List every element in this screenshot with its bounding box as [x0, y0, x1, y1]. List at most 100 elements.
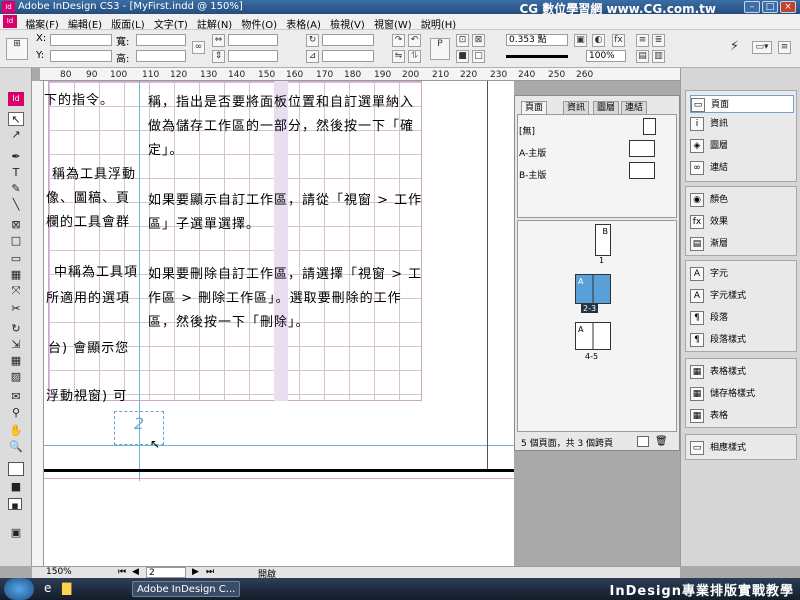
tab-info[interactable]: 資訊: [563, 101, 590, 115]
dock-item-character[interactable]: A 字元: [690, 265, 728, 283]
dock-item-gradient[interactable]: ▤ 漸層: [690, 235, 728, 253]
tab-links[interactable]: 連結: [621, 101, 648, 115]
note-tool-icon[interactable]: ✉: [8, 390, 24, 404]
tab-layers[interactable]: 圖層: [593, 101, 620, 115]
dock-item-color[interactable]: ◉ 顏色: [690, 191, 728, 209]
text-wrap-icon[interactable]: ≡: [636, 34, 649, 47]
rotate-tool-icon[interactable]: ↻: [8, 322, 24, 336]
dock-item-cell-styles[interactable]: ▦ 儲存格樣式: [690, 385, 755, 403]
rotate-cw-icon[interactable]: ↷: [392, 34, 405, 47]
scissors-tool-icon[interactable]: ✂: [8, 302, 24, 316]
menu-table[interactable]: 表格(A): [283, 14, 324, 31]
width-field[interactable]: [136, 34, 186, 46]
taskbar-app-indesign[interactable]: Adobe InDesign C...: [132, 581, 240, 597]
scale-y-field[interactable]: [228, 50, 278, 62]
x-field[interactable]: [50, 34, 112, 46]
line-tool-icon[interactable]: ╲: [8, 198, 24, 212]
selection-tool-icon[interactable]: ↖: [8, 112, 24, 126]
fill-swatch-icon[interactable]: [8, 462, 24, 476]
rectangle-frame-tool-icon[interactable]: ⊠: [8, 218, 24, 232]
dock-item-character-styles[interactable]: A 字元樣式: [690, 287, 746, 305]
pen-tool-icon[interactable]: ✒: [8, 150, 24, 164]
prev-page-icon[interactable]: ◀: [132, 567, 139, 577]
trash-icon[interactable]: 🗑: [655, 436, 668, 447]
dock-item-table-styles[interactable]: ▦ 表格樣式: [690, 363, 746, 381]
free-transform-tool-icon[interactable]: ⤧: [8, 284, 24, 298]
maximize-button[interactable]: □: [762, 1, 778, 13]
master-a[interactable]: A-主版: [519, 146, 546, 159]
stroke-icon[interactable]: □: [472, 50, 485, 63]
folder-icon[interactable]: ▇: [62, 581, 71, 595]
dock-item-object-styles[interactable]: ▭ 相應樣式: [690, 439, 746, 457]
pencil-tool-icon[interactable]: ✎: [8, 182, 24, 196]
paragraph-icon[interactable]: P: [430, 38, 450, 60]
height-field[interactable]: [136, 50, 186, 62]
opacity-icon[interactable]: ◐: [592, 34, 605, 47]
spread-thumb[interactable]: A: [575, 274, 611, 304]
text-wrap-4-icon[interactable]: ▥: [652, 50, 665, 63]
first-page-icon[interactable]: ⏮: [118, 567, 126, 577]
dock-item-info[interactable]: i 資訊: [690, 115, 728, 133]
select-container-icon[interactable]: ⊡: [456, 34, 469, 47]
stroke-type-preview[interactable]: [506, 55, 568, 58]
constrain-proportions-icon[interactable]: ∞: [192, 41, 205, 54]
menu-type[interactable]: 文字(T): [151, 14, 191, 31]
master-b[interactable]: B-主版: [519, 168, 546, 181]
menu-edit[interactable]: 編輯(E): [65, 14, 105, 31]
reference-point-icon[interactable]: ⊞: [6, 38, 28, 60]
menu-window[interactable]: 視窗(W): [371, 14, 415, 31]
page-field[interactable]: 2: [146, 567, 186, 578]
menu-notes[interactable]: 註解(N): [194, 14, 235, 31]
spread-thumb[interactable]: B: [595, 224, 611, 256]
fill-icon[interactable]: ■: [456, 50, 469, 63]
start-button[interactable]: [4, 578, 34, 600]
direct-selection-tool-icon[interactable]: ↗: [8, 128, 24, 142]
flip-v-icon[interactable]: ⥮: [408, 50, 421, 63]
button-tool-icon[interactable]: ▭: [8, 252, 24, 266]
gradient-tool-icon[interactable]: ▦: [8, 354, 24, 368]
menu-view[interactable]: 檢視(V): [327, 14, 368, 31]
opacity-field[interactable]: 100%: [586, 50, 626, 62]
rotate-ccw-icon[interactable]: ↶: [408, 34, 421, 47]
effects-icon[interactable]: fx: [612, 34, 625, 47]
dock-item-paragraph[interactable]: ¶ 段落: [690, 309, 728, 327]
screen-mode-icon[interactable]: ▣: [8, 526, 24, 540]
tab-pages[interactable]: 頁面: [521, 101, 548, 115]
dock-item-layers[interactable]: ◈ 圖層: [690, 137, 728, 155]
spread-thumb[interactable]: A: [575, 322, 611, 350]
menu-object[interactable]: 物件(O): [238, 14, 280, 31]
frame-fitting-icon[interactable]: ▣: [574, 34, 587, 47]
table-tool-icon[interactable]: ▦: [8, 268, 24, 282]
dock-item-table[interactable]: ▦ 表格: [690, 407, 728, 425]
rectangle-tool-icon[interactable]: □: [8, 234, 24, 248]
dock-item-pages[interactable]: ▭ 頁面: [690, 95, 794, 113]
zoom-tool-icon[interactable]: 🔍: [8, 440, 24, 454]
dock-item-paragraph-styles[interactable]: ¶ 段落樣式: [690, 331, 746, 349]
stroke-weight-field[interactable]: 0.353 點: [506, 34, 568, 46]
dock-item-effects[interactable]: fx 效果: [690, 213, 728, 231]
text-wrap-3-icon[interactable]: ▤: [636, 50, 649, 63]
lightning-icon[interactable]: ⚡: [728, 40, 741, 54]
ie-icon[interactable]: e: [44, 581, 51, 595]
zoom-level[interactable]: 150%: [46, 567, 72, 577]
scale-x-field[interactable]: [228, 34, 278, 46]
close-button[interactable]: ×: [780, 1, 796, 13]
apply-color-icon[interactable]: ■: [8, 480, 24, 494]
gradient-feather-tool-icon[interactable]: ▨: [8, 370, 24, 384]
last-page-icon[interactable]: ⏭: [206, 567, 214, 577]
menu-help[interactable]: 說明(H): [418, 14, 459, 31]
document-canvas[interactable]: 下的指令。 稱為工具浮動 像、圖稿、頁 欄的工具會群 中稱為工具項 所適用的選項…: [44, 81, 514, 566]
type-tool-icon[interactable]: T: [8, 166, 24, 180]
master-none[interactable]: [無]: [519, 124, 535, 137]
y-field[interactable]: [50, 50, 112, 62]
menu-file[interactable]: 檔案(F): [22, 14, 62, 31]
hand-tool-icon[interactable]: ✋: [8, 424, 24, 438]
normal-view-icon[interactable]: ▪: [8, 498, 22, 512]
minimize-button[interactable]: –: [744, 1, 760, 13]
text-wrap-2-icon[interactable]: ≣: [652, 34, 665, 47]
select-content-icon[interactable]: ⊠: [472, 34, 485, 47]
next-page-icon[interactable]: ▶: [192, 567, 199, 577]
shear-field[interactable]: [322, 50, 374, 62]
scale-tool-icon[interactable]: ⇲: [8, 338, 24, 352]
panel-menu-icon[interactable]: ≡: [778, 41, 791, 54]
